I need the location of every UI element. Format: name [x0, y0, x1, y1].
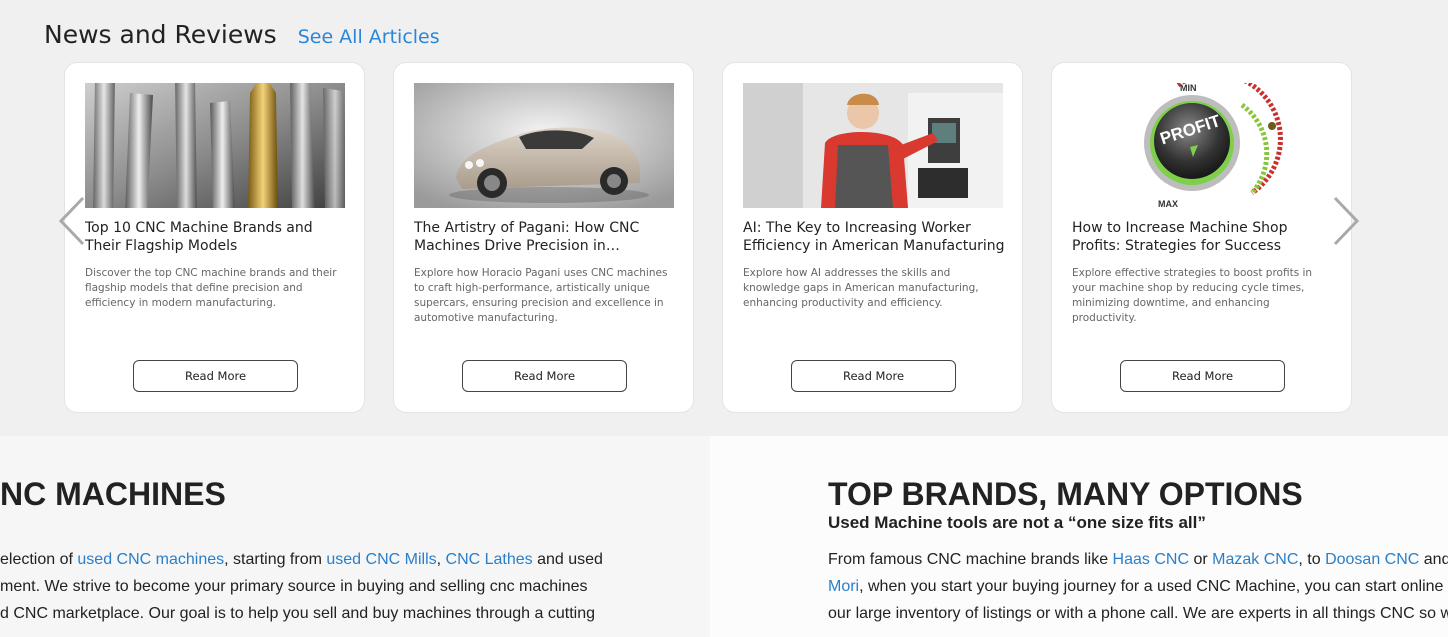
body-text: , [436, 551, 446, 568]
card-title[interactable]: Top 10 CNC Machine Brands and Their Flag… [85, 219, 349, 255]
pagani-supercar-image[interactable] [414, 83, 674, 208]
card-description: Discover the top CNC machine brands and … [85, 267, 337, 309]
read-more-button[interactable]: Read More [791, 360, 956, 392]
carousel-prev-arrow[interactable] [58, 196, 88, 246]
body-text: or [1189, 551, 1213, 568]
chevron-left-icon [58, 196, 85, 246]
mazak-cnc-link[interactable]: Mazak CNC [1212, 551, 1298, 568]
cnc-lathes-link[interactable]: CNC Lathes [446, 551, 533, 568]
body-text: ment. We strive to become your primary s… [0, 578, 588, 595]
read-more-button[interactable]: Read More [462, 360, 627, 392]
section-subheading: Used Machine tools are not a “one size f… [828, 513, 1206, 532]
card-title[interactable]: The Artistry of Pagani: How CNC Machines… [414, 219, 678, 255]
dial-min-label: MIN [1180, 83, 1197, 93]
section-heading: TOP BRANDS, MANY OPTIONS [828, 476, 1303, 512]
body-text: d CNC marketplace. Our goal is to help y… [0, 605, 595, 622]
card-title[interactable]: How to Increase Machine Shop Profits: St… [1072, 219, 1336, 255]
article-card[interactable]: The Artistry of Pagani: How CNC Machines… [393, 62, 694, 413]
card-description: Explore how Horacio Pagani uses CNC mach… [414, 267, 668, 324]
cnc-machines-section: NC MACHINES election of used CNC machine… [0, 436, 710, 637]
card-title[interactable]: AI: The Key to Increasing Worker Efficie… [743, 219, 1007, 255]
body-text: election of [0, 551, 78, 568]
section-body: From famous CNC machine brands like Haas… [828, 546, 1448, 627]
body-text: and [1423, 551, 1448, 568]
news-header: News and Reviews See All Articles [44, 20, 440, 49]
used-cnc-mills-link[interactable]: used CNC Mills [326, 551, 436, 568]
worker-operating-cnc-image[interactable] [743, 83, 1003, 208]
body-text: and used [532, 551, 603, 568]
dial-max-label: MAX [1158, 199, 1178, 208]
haas-cnc-link[interactable]: Haas CNC [1113, 551, 1189, 568]
used-cnc-machines-link[interactable]: used CNC machines [77, 551, 224, 568]
top-brands-section: TOP BRANDS, MANY OPTIONS Used Machine to… [710, 436, 1448, 637]
body-text: , when you start your buying journey for… [859, 578, 1448, 595]
section-heading: NC MACHINES [0, 476, 226, 512]
doosan-cnc-link[interactable]: Doosan CNC [1325, 551, 1419, 568]
body-text: , starting from [224, 551, 327, 568]
article-card[interactable]: PROFIT MIN MAX How to Increase Machine S… [1051, 62, 1352, 413]
card-description: Explore effective strategies to boost pr… [1072, 267, 1313, 324]
article-card[interactable]: Top 10 CNC Machine Brands and Their Flag… [64, 62, 365, 413]
card-description: Explore how AI addresses the skills and … [743, 267, 979, 309]
news-title: News and Reviews [44, 20, 277, 49]
body-text: From famous CNC machine brands like [828, 551, 1113, 568]
section-body: election of used CNC machines, starting … [0, 546, 700, 627]
mori-link[interactable]: Mori [828, 578, 859, 595]
body-text: , to [1298, 551, 1326, 568]
read-more-button[interactable]: Read More [133, 360, 298, 392]
chevron-right-icon [1333, 196, 1360, 246]
carousel-next-arrow[interactable] [1330, 196, 1360, 246]
article-card[interactable]: AI: The Key to Increasing Worker Efficie… [722, 62, 1023, 413]
see-all-articles-link[interactable]: See All Articles [298, 26, 440, 48]
cnc-drill-bits-image[interactable] [85, 83, 345, 208]
read-more-button[interactable]: Read More [1120, 360, 1285, 392]
profit-dial-image[interactable]: PROFIT MIN MAX [1072, 83, 1332, 208]
body-text: our large inventory of listings or with … [828, 605, 1448, 622]
